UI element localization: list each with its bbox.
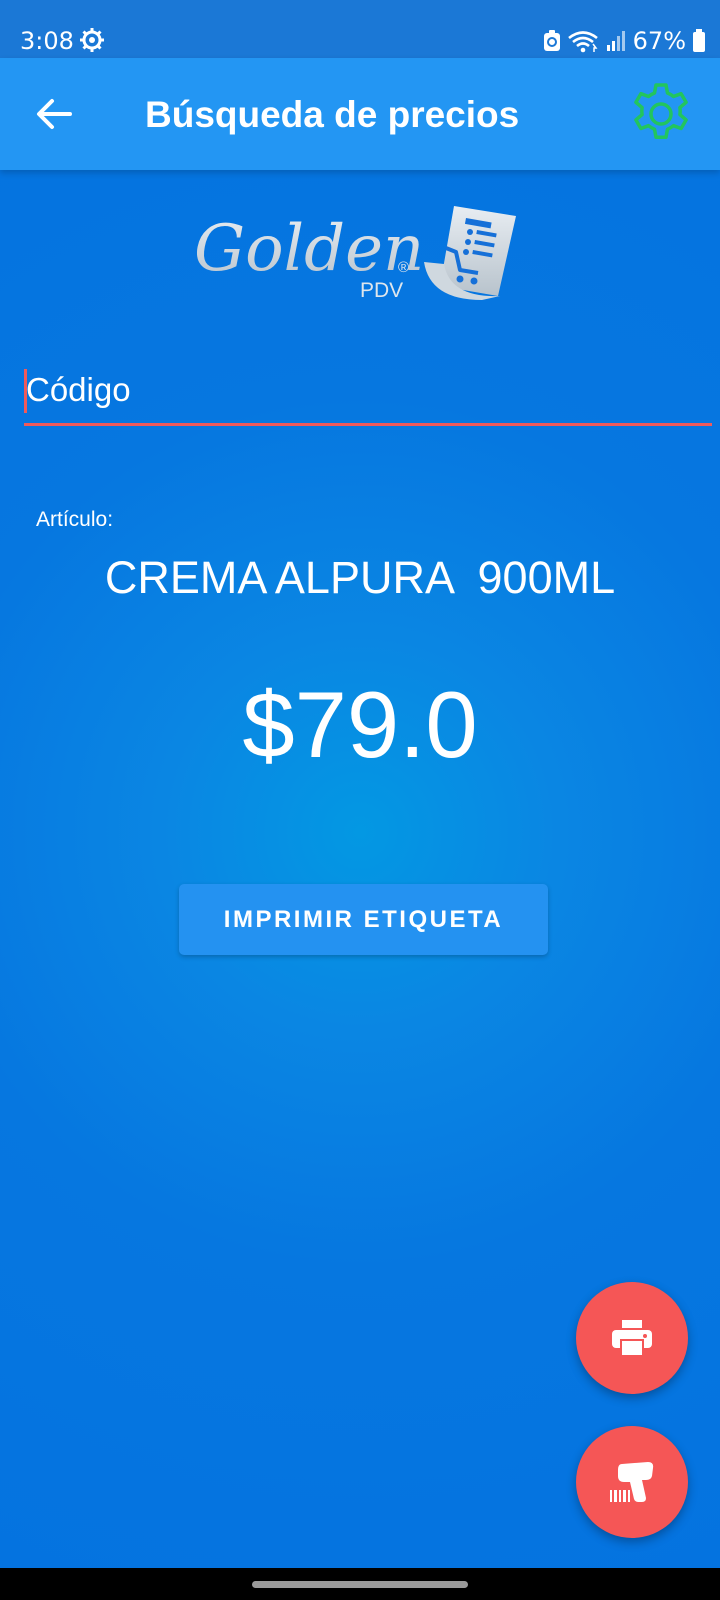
- logo-text: Golden: [194, 212, 424, 286]
- printer-icon: [612, 1320, 652, 1356]
- status-icons: 67%: [543, 26, 706, 56]
- recycle-battery-saver-icon: [543, 30, 560, 51]
- print-fab-button[interactable]: [576, 1282, 688, 1394]
- code-field[interactable]: [24, 360, 712, 428]
- settings-button[interactable]: [626, 79, 696, 149]
- logo-mark: ®: [398, 259, 409, 276]
- settings-gear-icon: [80, 28, 104, 52]
- system-nav-bar: [0, 1568, 720, 1600]
- home-gesture-handle[interactable]: [252, 1581, 468, 1588]
- item-label: Artículo:: [36, 508, 114, 531]
- item-name: CREMA ALPURA 900ML: [104, 552, 616, 603]
- print-label-button[interactable]: IMPRIMIR ETIQUETA: [179, 884, 548, 955]
- app-bar: Búsqueda de precios: [0, 58, 720, 170]
- logo-sub: PDV: [360, 279, 403, 302]
- barcode-scanner-icon: [610, 1462, 654, 1502]
- golden-pdv-logo: Golden PDV ®: [190, 200, 530, 310]
- arrow-left-icon: [37, 99, 72, 129]
- battery-percent: 67%: [632, 27, 686, 55]
- status-bar: 3:08 67%: [0, 0, 720, 58]
- receipt-cart-icon: [424, 206, 516, 300]
- status-time: 3:08: [20, 27, 74, 55]
- battery-icon: [693, 29, 705, 52]
- page-title: Búsqueda de precios: [145, 94, 520, 135]
- scan-fab-button[interactable]: [576, 1426, 688, 1538]
- gear-icon: [634, 83, 688, 139]
- signal-icon: [606, 31, 625, 51]
- code-field-underline: [24, 423, 712, 426]
- wifi-icon: [567, 31, 598, 53]
- back-button[interactable]: [26, 86, 82, 142]
- item-price: $79.0: [242, 672, 478, 777]
- code-input[interactable]: [24, 360, 706, 420]
- text-cursor: [24, 369, 27, 413]
